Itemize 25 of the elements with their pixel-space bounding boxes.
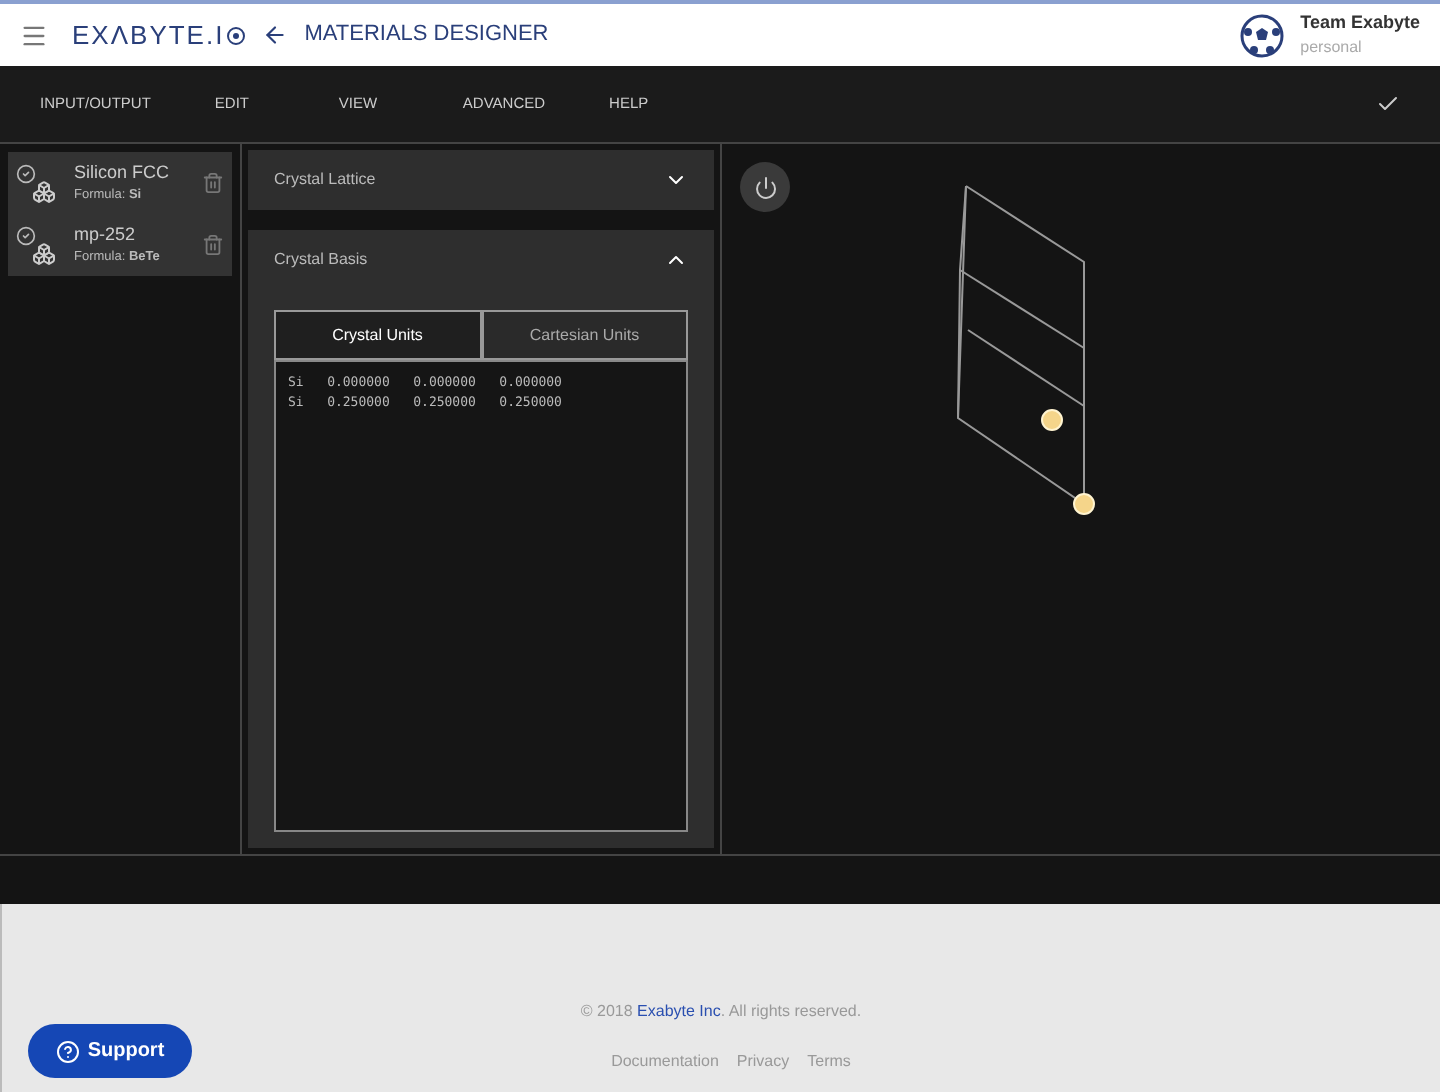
support-button[interactable]: Support — [28, 1024, 192, 1078]
unit-tab[interactable]: Crystal Units — [274, 310, 481, 360]
page-title: MATERIALS DESIGNER — [304, 20, 549, 51]
check-icon[interactable] — [1376, 92, 1400, 116]
menu-icon[interactable] — [20, 21, 48, 49]
unit-tab[interactable]: Cartesian Units — [481, 310, 688, 360]
power-icon — [753, 175, 777, 199]
soccer-ball-icon — [1240, 13, 1285, 57]
help-icon — [55, 1039, 80, 1063]
panel-header[interactable]: Crystal Basis — [248, 230, 714, 290]
material-icon — [16, 225, 56, 265]
delete-icon[interactable] — [202, 172, 224, 194]
user-name: Team Exabyte — [1300, 9, 1420, 36]
panel-header[interactable]: Crystal Lattice — [248, 150, 714, 210]
material-name: Silicon FCC — [74, 159, 170, 186]
delete-icon[interactable] — [202, 234, 224, 256]
material-icon — [16, 163, 56, 203]
material-name: mp-252 — [74, 221, 138, 248]
power-button[interactable] — [740, 162, 790, 212]
globe-icon — [226, 25, 247, 45]
company-link[interactable]: Exabyte Inc — [637, 1002, 721, 1020]
account-type: personal — [1300, 36, 1364, 61]
logo[interactable]: EXΛBYTE.I — [72, 15, 225, 55]
copyright-text: © 2018 Exabyte Inc. All rights reserved. — [580, 1000, 862, 1024]
back-icon[interactable] — [262, 22, 289, 48]
